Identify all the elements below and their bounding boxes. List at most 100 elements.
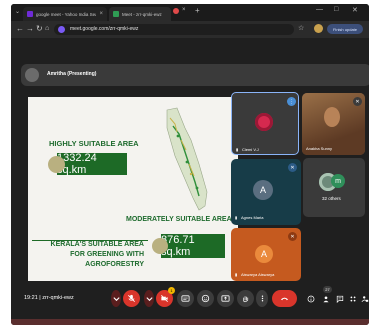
tab-meet[interactable]: Meet - zrr-qmki-ewz xyxy=(109,7,171,21)
tab-search-icon[interactable]: ⌄ xyxy=(15,8,20,15)
participant-tile[interactable]: ✕ Anakha Sunny xyxy=(302,93,365,155)
hang-up-icon xyxy=(280,297,289,301)
others-count-label: 32 others xyxy=(322,196,341,201)
value-marker-icon xyxy=(48,156,65,173)
value-box-moderate: 876.71 sq.km xyxy=(161,234,225,258)
mic-off-icon: ▮ xyxy=(235,215,238,220)
tab-yahoo-search[interactable]: google meet - Yahoo India Search × xyxy=(23,7,107,21)
mic-options-button[interactable] xyxy=(111,290,121,307)
meeting-details-button[interactable] xyxy=(306,294,316,304)
value-highly: 1332.24 sq.km xyxy=(57,152,97,176)
participant-name: Clemi V.J xyxy=(242,147,259,152)
camera-options-button[interactable] xyxy=(144,290,154,307)
footer-rule xyxy=(32,240,148,241)
profile-avatar[interactable] xyxy=(314,24,323,33)
more-vert-icon xyxy=(261,295,263,302)
participant-tile[interactable]: A ✕ ▮ Aiswarya Aiswarya xyxy=(231,228,301,281)
close-tab-icon[interactable]: × xyxy=(99,11,103,17)
participant-name: Anakha Sunny xyxy=(306,146,333,151)
yahoo-favicon-icon xyxy=(27,11,33,17)
shared-slide: HIGHLY SUITABLE AREA 1332.24 sq.km MODER… xyxy=(28,97,238,281)
captions-icon xyxy=(181,295,190,302)
chat-button[interactable] xyxy=(335,294,345,304)
meeting-time-code: 19:21 | zrr-qmki-ewz xyxy=(24,295,74,301)
activities-icon xyxy=(350,296,356,302)
participant-count-badge: 27 xyxy=(323,286,332,293)
mic-off-icon xyxy=(128,294,135,302)
participant-initial-avatar: A xyxy=(253,180,273,200)
taskbar-strip xyxy=(11,319,369,325)
footer-line-2: FOR GREENING WITH xyxy=(70,251,144,258)
address-bar[interactable]: meet.google.com/zrr-qmki-ewz xyxy=(54,24,294,35)
forward-icon[interactable]: → xyxy=(26,24,34,34)
participant-tile[interactable]: A ✕ ▮ Agnes Maria xyxy=(231,159,301,225)
site-info-icon[interactable] xyxy=(58,26,65,33)
chat-icon xyxy=(336,295,344,303)
heading-moderately-suitable: MODERATELY SUITABLE AREA xyxy=(126,216,232,223)
present-screen-button[interactable] xyxy=(217,290,234,307)
value-moderate: 876.71 sq.km xyxy=(161,234,195,258)
minimize-button[interactable]: — xyxy=(316,6,323,13)
participant-initial-avatar: A xyxy=(255,245,273,263)
kerala-map xyxy=(161,106,211,214)
microphone-toggle-button[interactable] xyxy=(123,290,140,307)
mic-off-icon: ✕ xyxy=(288,232,297,241)
finish-update-button[interactable]: Finish update xyxy=(327,24,363,34)
info-icon xyxy=(307,295,315,303)
host-controls-button[interactable] xyxy=(360,294,369,304)
presenter-label: Amritha (Presenting) xyxy=(47,71,97,77)
captions-button[interactable] xyxy=(177,290,194,307)
raised-hand-count-badge: 1 xyxy=(168,287,175,294)
bookmark-star-icon[interactable]: ☆ xyxy=(298,24,304,34)
tab-bar: ⌄ google meet - Yahoo India Search × Mee… xyxy=(11,4,369,21)
close-tab-icon[interactable]: × xyxy=(182,7,186,13)
participant-tile[interactable]: ⋮ ▮ Clemi V.J xyxy=(231,92,299,155)
people-button[interactable] xyxy=(321,294,331,304)
others-avatar-initial: m xyxy=(331,174,345,188)
reload-icon[interactable]: ↻ xyxy=(36,24,43,34)
meeting-code: zrr-qmki-ewz xyxy=(42,295,74,301)
mic-off-icon: ✕ xyxy=(288,163,297,172)
activities-button[interactable] xyxy=(348,294,358,304)
value-box-highly: 1332.24 sq.km xyxy=(57,152,127,176)
value-marker-icon xyxy=(152,238,168,254)
leave-call-button[interactable] xyxy=(272,290,297,307)
participant-photo xyxy=(255,113,273,131)
footer-line-1: KERALA'S SUITABLE AREA xyxy=(50,241,144,248)
others-tile[interactable]: m 32 others xyxy=(303,158,365,217)
browser-window: ⌄ google meet - Yahoo India Search × Mee… xyxy=(11,4,369,325)
participant-name: Aiswarya Aiswarya xyxy=(241,272,275,277)
mic-off-icon: ▮ xyxy=(235,272,238,277)
mic-off-icon: ✕ xyxy=(353,97,362,106)
participant-name: Agnes Maria xyxy=(241,215,264,220)
url-text[interactable]: meet.google.com/zrr-qmki-ewz xyxy=(70,26,138,32)
presenter-avatar xyxy=(25,68,39,82)
presenter-bar: Amritha (Presenting) xyxy=(21,64,369,86)
tab-label: Meet - zrr-qmki-ewz xyxy=(122,11,162,17)
close-window-button[interactable]: ✕ xyxy=(352,6,358,14)
lock-person-icon xyxy=(361,296,369,303)
camera-off-icon xyxy=(161,295,168,302)
raise-hand-button[interactable] xyxy=(237,290,254,307)
participant-face xyxy=(324,107,340,127)
recording-indicator-icon xyxy=(173,8,179,14)
mic-off-icon: ▮ xyxy=(236,147,239,152)
slide-footer-text: KERALA'S SUITABLE AREA FOR GREENING WITH… xyxy=(34,240,144,270)
tab-label: google meet - Yahoo India Search xyxy=(36,11,97,17)
people-icon xyxy=(323,296,329,303)
hand-icon xyxy=(243,296,249,303)
meeting-time: 19:21 xyxy=(24,295,38,301)
footer-line-3: AGROFORESTRY xyxy=(85,261,144,268)
present-icon xyxy=(221,295,230,302)
more-options-button[interactable] xyxy=(256,290,268,307)
heading-highly-suitable: HIGHLY SUITABLE AREA xyxy=(49,139,139,148)
browser-toolbar: ← → ↻ ⌂ meet.google.com/zrr-qmki-ewz ☆ F… xyxy=(11,21,369,38)
emoji-icon xyxy=(201,294,210,303)
meet-favicon-icon xyxy=(113,11,119,17)
home-icon[interactable]: ⌂ xyxy=(45,24,49,34)
maximize-button[interactable]: □ xyxy=(334,6,338,13)
speaking-indicator-icon: ⋮ xyxy=(287,97,296,106)
back-icon[interactable]: ← xyxy=(16,24,24,34)
emoji-button[interactable] xyxy=(197,290,214,307)
new-tab-button[interactable]: + xyxy=(195,6,200,15)
